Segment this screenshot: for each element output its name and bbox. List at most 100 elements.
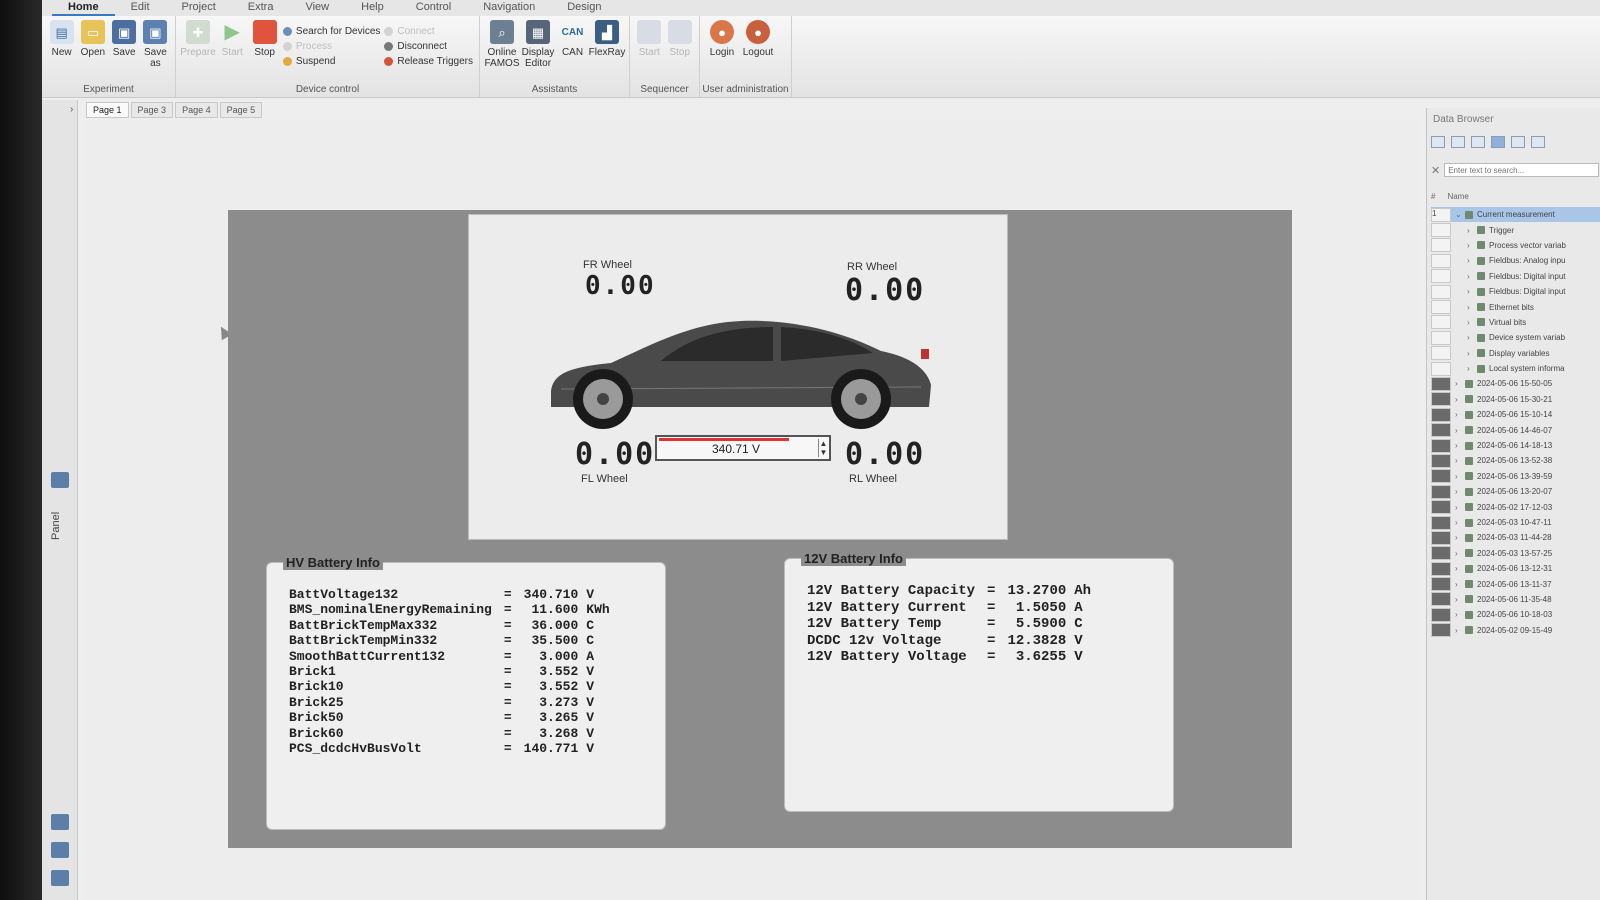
chevron-icon[interactable]: › (1467, 333, 1477, 342)
process-icon (282, 42, 292, 51)
tab-page-3[interactable]: Page 3 (130, 102, 174, 118)
column-name[interactable]: Name (1447, 192, 1468, 201)
tree-item[interactable]: › 2024-05-02 17-12-03 (1431, 499, 1600, 515)
chevron-icon[interactable]: › (1455, 518, 1465, 527)
table-view-icon[interactable] (1471, 136, 1485, 148)
tree-item-label: 2024-05-06 13-52-38 (1477, 456, 1553, 466)
panel-label[interactable]: Panel (50, 512, 62, 540)
chevron-icon[interactable]: › (1455, 472, 1465, 481)
menu-project[interactable]: Project (166, 0, 232, 16)
chevron-icon[interactable]: › (1455, 456, 1465, 465)
tree-item[interactable]: › 2024-05-03 13-57-25 (1431, 546, 1600, 561)
tree-item[interactable]: › 2024-05-02 09-15-49 (1431, 623, 1600, 638)
tab-page-5[interactable]: Page 5 (219, 102, 263, 118)
chevron-icon[interactable]: › (1455, 533, 1465, 542)
tree-item[interactable]: › 2024-05-06 13-11-37 (1431, 576, 1600, 592)
chevron-icon[interactable]: › (1455, 379, 1465, 388)
tree-item-label: 2024-05-06 13-39-59 (1477, 471, 1553, 481)
chevron-icon[interactable]: › (1467, 226, 1477, 235)
tab-page-4[interactable]: Page 4 (175, 102, 218, 118)
tree-item[interactable]: › 2024-05-06 15-10-14 (1431, 407, 1600, 422)
chevron-icon[interactable]: › (1455, 595, 1465, 604)
chevron-icon[interactable]: › (1467, 318, 1477, 327)
tree-item[interactable]: › Fieldbus: Analog inpu (1431, 253, 1600, 268)
tree-item[interactable]: › Process vector variab (1431, 238, 1600, 253)
equals-sign: = (987, 632, 996, 649)
tree-item[interactable]: › 2024-05-03 10-47-11 (1431, 515, 1600, 530)
tree-item[interactable]: › 2024-05-06 13-12-31 (1431, 561, 1600, 576)
tab-page-1[interactable]: Page 1 (86, 102, 129, 118)
tree-item[interactable]: › Ethernet bits (1431, 299, 1600, 315)
tree-item[interactable]: › 2024-05-06 14-46-07 (1431, 422, 1600, 438)
chart-options-icon[interactable] (1531, 136, 1545, 148)
menu-design[interactable]: Design (551, 0, 617, 16)
tree-item[interactable]: › 2024-05-06 10-18-03 (1431, 607, 1600, 622)
chevron-icon[interactable]: ⌄ (1455, 210, 1465, 219)
chevron-icon[interactable]: › (1467, 349, 1477, 358)
value-unit: KWh (586, 602, 610, 618)
menu-edit[interactable]: Edit (115, 0, 166, 16)
chevron-icon[interactable]: › (1467, 303, 1477, 312)
tree-item[interactable]: › Virtual bits (1431, 315, 1600, 330)
tree-item[interactable]: › Trigger (1431, 222, 1600, 238)
menu-view[interactable]: View (289, 0, 345, 16)
tree-item[interactable]: › Fieldbus: Digital input (1431, 284, 1600, 299)
window-icon[interactable] (51, 842, 69, 858)
release-triggers-button[interactable]: Release Triggers (384, 56, 473, 67)
tree-item[interactable]: › Fieldbus: Digital input (1431, 269, 1600, 284)
menu-navigation[interactable]: Navigation (467, 0, 551, 16)
chevron-icon[interactable]: › (1455, 549, 1465, 558)
tree-item[interactable]: › 2024-05-06 15-50-05 (1431, 376, 1600, 391)
suspend-button[interactable]: Suspend (282, 56, 380, 67)
home-icon[interactable] (51, 814, 69, 830)
tree-item[interactable]: › 2024-05-06 14-18-13 (1431, 438, 1600, 453)
edit-view-icon[interactable] (1451, 136, 1465, 148)
search-devices-button[interactable]: Search for Devices (282, 26, 380, 37)
chevron-icon[interactable]: › (1455, 564, 1465, 573)
menu-home[interactable]: Home (52, 0, 115, 16)
process-button[interactable]: Process (282, 41, 380, 52)
check-icon[interactable] (51, 870, 69, 886)
menu-help[interactable]: Help (345, 0, 400, 16)
tree-item[interactable]: › Display variables (1431, 346, 1600, 361)
chevron-icon[interactable]: › (1455, 426, 1465, 435)
spin-arrows-icon[interactable]: ▲ ▼ (818, 439, 828, 457)
chevron-icon[interactable]: › (1467, 256, 1477, 265)
search-input[interactable] (1444, 163, 1599, 177)
disconnect-button[interactable]: Disconnect (384, 41, 473, 52)
chevron-icon[interactable]: › (1455, 610, 1465, 619)
tree-item[interactable]: › 2024-05-06 15-30-21 (1431, 392, 1600, 407)
menu-extra[interactable]: Extra (232, 0, 290, 16)
tabs-expand-chevron-icon[interactable]: › (70, 104, 73, 115)
column-number[interactable]: # (1431, 192, 1435, 201)
chevron-icon[interactable]: › (1455, 487, 1465, 496)
chevron-icon[interactable]: › (1467, 364, 1477, 373)
connect-button[interactable]: Connect (384, 26, 473, 37)
curve-view-icon[interactable] (1431, 136, 1445, 148)
tree-item[interactable]: › 2024-05-06 13-20-07 (1431, 484, 1600, 499)
tree-item[interactable]: › Device system variab (1431, 330, 1600, 345)
tree-item[interactable]: › 2024-05-06 13-52-38 (1431, 453, 1600, 468)
tree-item[interactable]: › 2024-05-06 13-39-59 (1431, 469, 1600, 484)
chevron-icon[interactable]: › (1455, 503, 1465, 512)
chevron-icon[interactable]: › (1455, 395, 1465, 404)
node-icon (1465, 626, 1473, 635)
list-view-icon[interactable] (1491, 136, 1505, 148)
chevron-icon[interactable]: › (1467, 241, 1477, 250)
chevron-icon[interactable]: › (1455, 626, 1465, 635)
tree-item[interactable]: › 2024-05-06 11-35-48 (1431, 592, 1600, 607)
panel-pin-icon[interactable] (51, 472, 69, 488)
chevron-icon[interactable]: › (1455, 580, 1465, 589)
menu-control[interactable]: Control (400, 0, 467, 16)
tree-item[interactable]: › 2024-05-03 11-44-28 (1431, 530, 1600, 545)
chevron-icon[interactable]: › (1455, 441, 1465, 450)
clear-search-icon[interactable]: ✕ (1431, 164, 1440, 177)
chevron-icon[interactable]: › (1467, 272, 1477, 281)
image-view-icon[interactable] (1511, 136, 1525, 148)
tree-item[interactable]: 1 ⌄ Current measurement (1431, 207, 1600, 223)
equals-sign: = (503, 617, 512, 633)
chevron-icon[interactable]: › (1467, 287, 1477, 296)
chevron-icon[interactable]: › (1455, 410, 1465, 419)
battery-voltage-indicator[interactable]: 340.71 V ▲ ▼ (655, 435, 831, 461)
tree-item[interactable]: › Local system informa (1431, 361, 1600, 376)
